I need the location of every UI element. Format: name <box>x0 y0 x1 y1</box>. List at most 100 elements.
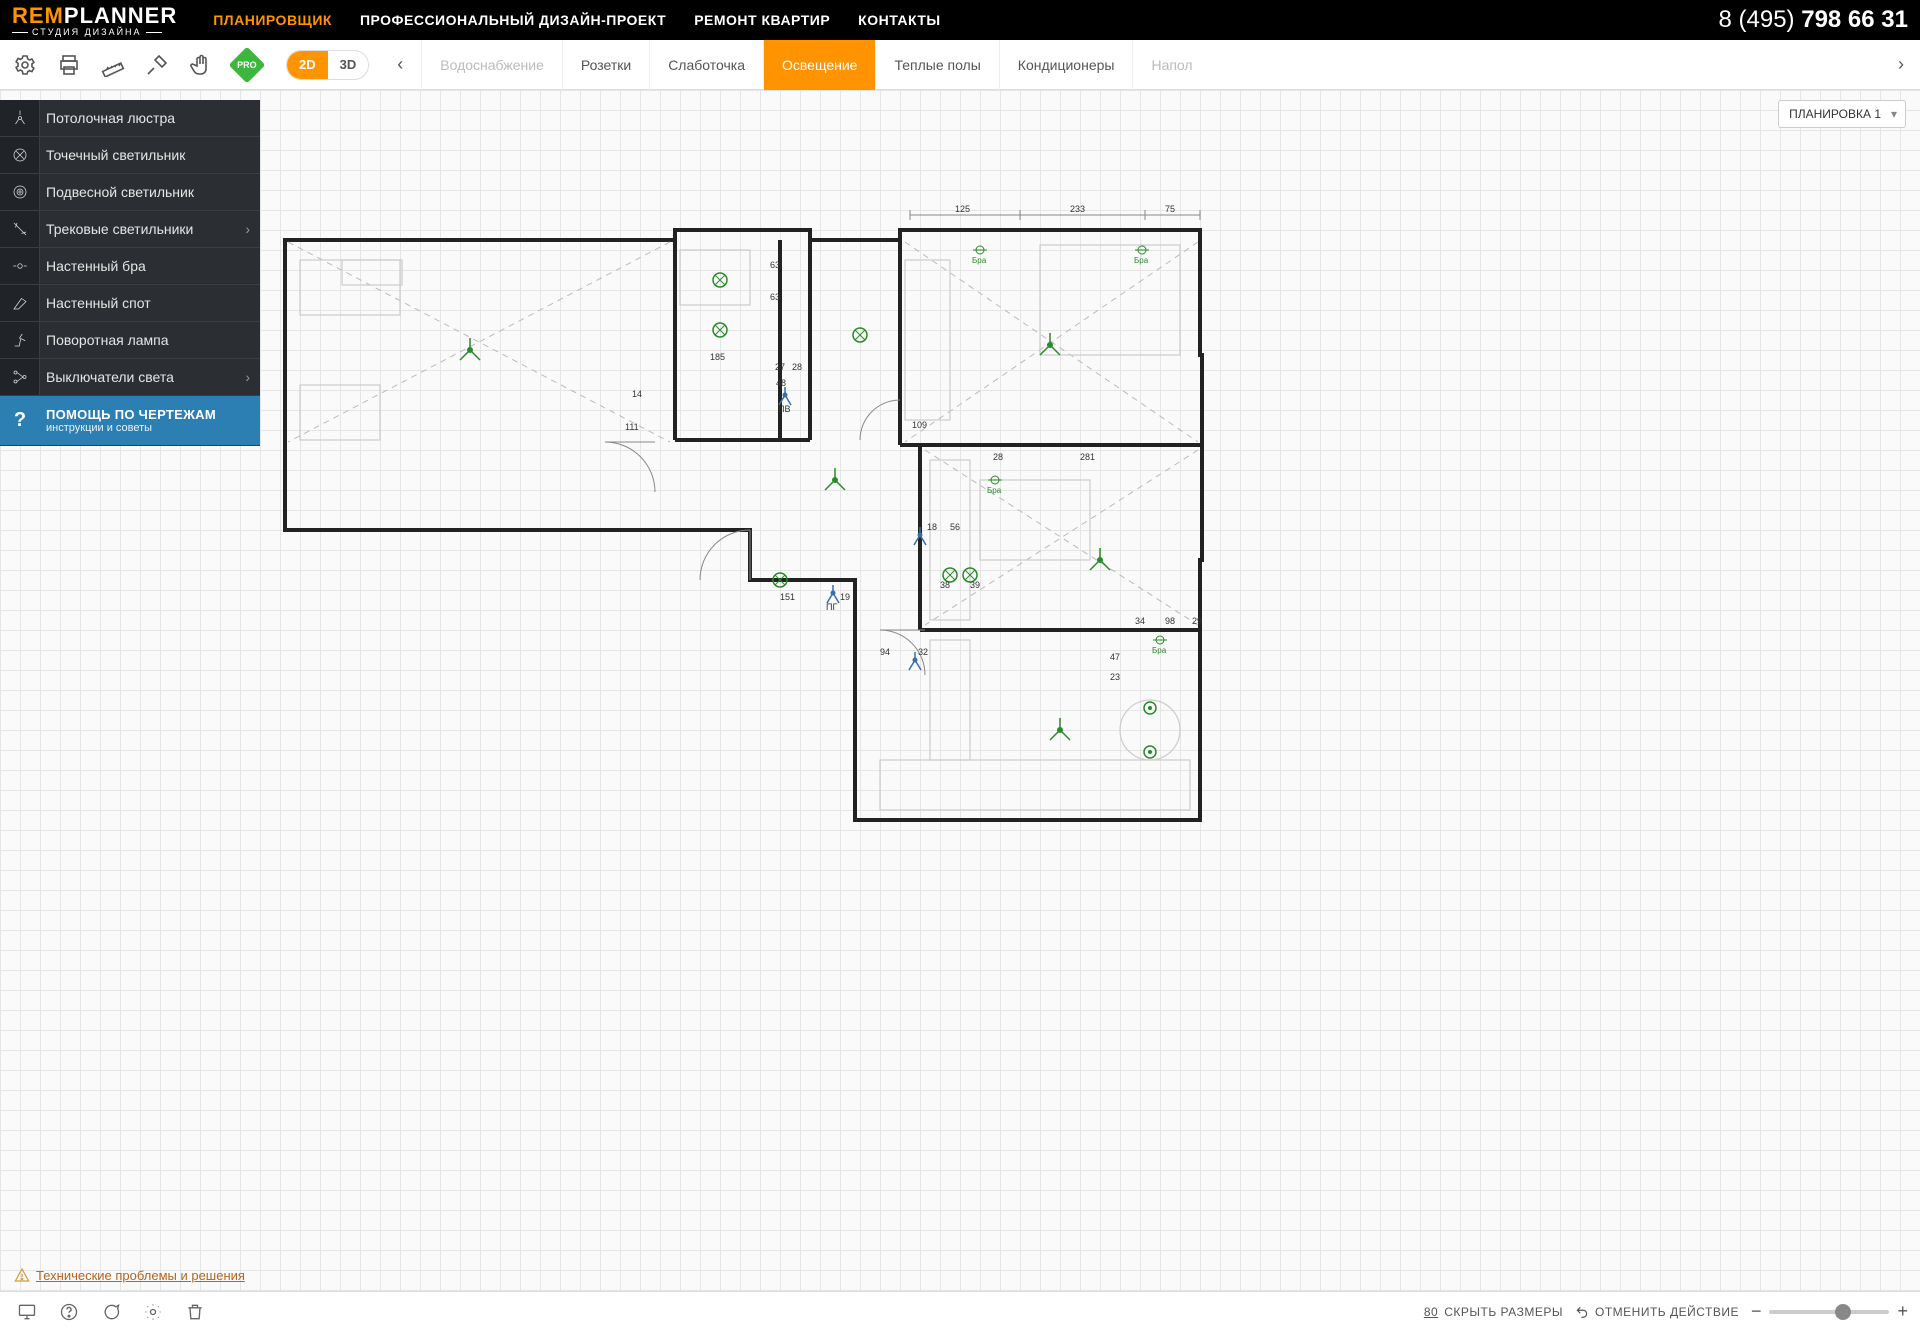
screen-icon[interactable] <box>12 1297 42 1327</box>
chandelier-icon <box>0 100 40 136</box>
issues-link[interactable]: Технические проблемы и решения <box>14 1267 245 1283</box>
view-3d-button[interactable]: 3D <box>328 51 369 79</box>
svg-text:28: 28 <box>993 452 1003 462</box>
hide-sizes-button[interactable]: 80 СКРЫТЬ РАЗМЕРЫ <box>1424 1305 1563 1319</box>
gear-icon[interactable] <box>138 1297 168 1327</box>
chevron-right-icon: › <box>245 221 250 237</box>
main-nav: ПЛАНИРОВЩИК ПРОФЕССИОНАЛЬНЫЙ ДИЗАЙН-ПРОЕ… <box>213 12 940 28</box>
tab-heated-floor[interactable]: Теплые полы <box>875 40 998 90</box>
logo-rem: REM <box>12 3 64 29</box>
tool-wall-spot[interactable]: Настенный спот <box>0 285 260 322</box>
svg-text:109: 109 <box>912 420 927 430</box>
view-toggle: 2D 3D <box>286 50 369 80</box>
tool-pendant[interactable]: Подвесной светильник <box>0 174 260 211</box>
tools-icon[interactable] <box>140 48 174 82</box>
wall-spot-icon <box>0 285 40 321</box>
svg-text:151: 151 <box>780 592 795 602</box>
tab-floor[interactable]: Напол <box>1132 40 1210 90</box>
warning-icon <box>14 1267 30 1283</box>
svg-text:281: 281 <box>1080 452 1095 462</box>
pro-badge[interactable]: PRO <box>229 46 266 83</box>
svg-text:111: 111 <box>625 422 639 432</box>
svg-text:185: 185 <box>710 352 725 362</box>
tab-ac[interactable]: Кондиционеры <box>999 40 1133 90</box>
swivel-icon <box>0 322 40 358</box>
zoom-out-button[interactable]: − <box>1751 1301 1762 1322</box>
dimensions-top: 125 233 75 <box>910 204 1200 220</box>
svg-text:ПГ: ПГ <box>826 602 837 612</box>
nav-design-project[interactable]: ПРОФЕССИОНАЛЬНЫЙ ДИЗАЙН-ПРОЕКТ <box>360 12 666 28</box>
tool-track-light[interactable]: Трековые светильники› <box>0 211 260 248</box>
zoom-slider[interactable] <box>1769 1310 1889 1314</box>
svg-text:38: 38 <box>940 580 950 590</box>
sconce-icon <box>0 248 40 284</box>
spotlight-icon <box>0 137 40 173</box>
lighting-tool-panel: Потолочная люстра Точечный светильник По… <box>0 100 260 446</box>
view-2d-button[interactable]: 2D <box>287 51 328 79</box>
svg-text:233: 233 <box>1070 204 1085 214</box>
svg-text:63: 63 <box>770 292 780 302</box>
svg-text:98: 98 <box>1165 616 1175 626</box>
zoom-in-button[interactable]: + <box>1897 1301 1908 1322</box>
ruler-icon[interactable] <box>96 48 130 82</box>
svg-text:75: 75 <box>1165 204 1175 214</box>
svg-text:Бра: Бра <box>1152 646 1167 655</box>
svg-text:14: 14 <box>632 389 642 399</box>
undo-icon <box>1575 1305 1589 1319</box>
print-icon[interactable] <box>52 48 86 82</box>
logo-planner: PLANNER <box>64 3 177 29</box>
svg-text:94: 94 <box>880 647 890 657</box>
help-circle-icon[interactable] <box>54 1297 84 1327</box>
tool-swivel-lamp[interactable]: Поворотная лампа <box>0 322 260 359</box>
tab-sockets[interactable]: Розетки <box>562 40 649 90</box>
svg-text:125: 125 <box>955 204 970 214</box>
svg-text:23: 23 <box>1110 672 1120 682</box>
category-tabs: Водоснабжение Розетки Слаботочка Освещен… <box>421 40 1880 90</box>
pendant-icon <box>0 174 40 210</box>
track-icon <box>0 211 40 247</box>
undo-button[interactable]: ОТМЕНИТЬ ДЕЙСТВИЕ <box>1575 1305 1739 1319</box>
svg-text:18: 18 <box>927 522 937 532</box>
tool-ceiling-chandelier[interactable]: Потолочная люстра <box>0 100 260 137</box>
help-icon: ? <box>0 396 40 445</box>
tool-wall-sconce[interactable]: Настенный бра <box>0 248 260 285</box>
switch-icon <box>0 359 40 395</box>
svg-text:32: 32 <box>918 647 928 657</box>
trash-icon[interactable] <box>180 1297 210 1327</box>
canvas-area[interactable]: ПЛАНИРОВКА 1 Потолочная люстра Точечный … <box>0 90 1920 1291</box>
nav-contacts[interactable]: КОНТАКТЫ <box>858 12 940 28</box>
tabs-scroll-left[interactable]: ‹ <box>389 54 411 75</box>
help-drawings[interactable]: ? ПОМОЩЬ ПО ЧЕРТЕЖАМ инструкции и советы <box>0 396 260 446</box>
chevron-right-icon: › <box>245 369 250 385</box>
svg-text:63: 63 <box>770 260 780 270</box>
svg-text:27: 27 <box>775 362 785 372</box>
hand-icon[interactable] <box>184 48 218 82</box>
footer-bar: 80 СКРЫТЬ РАЗМЕРЫ ОТМЕНИТЬ ДЕЙСТВИЕ − + <box>0 1291 1920 1331</box>
settings-gear-icon[interactable] <box>8 48 42 82</box>
svg-text:ПВ: ПВ <box>778 404 790 414</box>
svg-text:Бра: Бра <box>1134 256 1149 265</box>
tabs-scroll-right[interactable]: › <box>1890 54 1912 75</box>
svg-text:19: 19 <box>840 592 850 602</box>
floor-plan[interactable]: .wall{ stroke:#222; stroke-width:4; fill… <box>280 160 1240 840</box>
svg-text:Бра: Бра <box>987 486 1002 495</box>
nav-planner[interactable]: ПЛАНИРОВЩИК <box>213 12 332 28</box>
svg-text:Бра: Бра <box>972 256 987 265</box>
svg-text:48: 48 <box>776 378 786 388</box>
tab-water[interactable]: Водоснабжение <box>421 40 562 90</box>
logo[interactable]: REM PLANNER СТУДИЯ ДИЗАЙНА <box>12 3 213 37</box>
phone-number: 8 (495) 798 66 31 <box>1719 6 1909 34</box>
logo-subtitle: СТУДИЯ ДИЗАЙНА <box>12 27 213 37</box>
nav-renovation[interactable]: РЕМОНТ КВАРТИР <box>694 12 830 28</box>
chat-icon[interactable] <box>96 1297 126 1327</box>
svg-text:28: 28 <box>792 362 802 372</box>
tab-lighting[interactable]: Освещение <box>763 40 875 90</box>
layout-dropdown[interactable]: ПЛАНИРОВКА 1 <box>1778 100 1906 128</box>
svg-text:56: 56 <box>950 522 960 532</box>
tool-spotlight[interactable]: Точечный светильник <box>0 137 260 174</box>
zoom-control: − + <box>1751 1301 1908 1322</box>
svg-text:39: 39 <box>970 580 980 590</box>
tab-lowcurrent[interactable]: Слаботочка <box>649 40 763 90</box>
tool-switches[interactable]: Выключатели света› <box>0 359 260 396</box>
svg-text:29: 29 <box>1192 616 1202 626</box>
